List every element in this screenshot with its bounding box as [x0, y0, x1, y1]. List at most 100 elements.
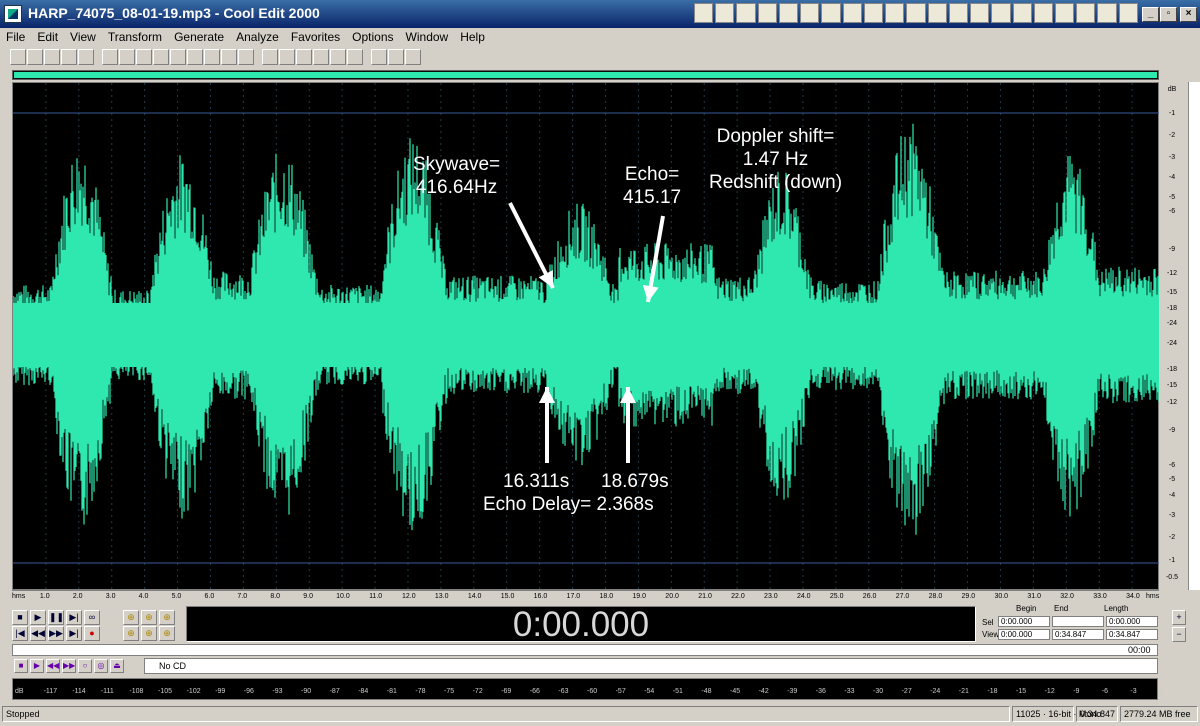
music-icon[interactable]: [1097, 3, 1117, 23]
cd-play-icon[interactable]: ▶: [30, 659, 44, 673]
help-icon[interactable]: [405, 49, 421, 65]
view-length-field[interactable]: 0:34.847: [1106, 629, 1158, 640]
phase-icon[interactable]: [296, 49, 312, 65]
fast-forward-icon[interactable]: ▶▶: [48, 626, 64, 641]
redo-icon[interactable]: [119, 49, 135, 65]
time-ruler[interactable]: hms 1.0 2.0 3.0 4.0 5.0 6.0 7.0 8.0 9.0 10.0 11.0 12…: [12, 590, 1159, 602]
restore-button[interactable]: ▫: [1160, 7, 1177, 22]
menu-transform[interactable]: Transform: [102, 28, 168, 46]
notes-icon[interactable]: [757, 3, 777, 23]
app-icon[interactable]: [4, 5, 22, 23]
rack-icon[interactable]: [948, 3, 969, 23]
paste-icon[interactable]: [170, 49, 186, 65]
pause-icon[interactable]: ❚❚: [48, 610, 64, 625]
disk-icon[interactable]: [1012, 3, 1032, 23]
new-icon[interactable]: [10, 49, 26, 65]
mail-icon[interactable]: [842, 3, 862, 23]
view-begin-field[interactable]: 0:00.000: [998, 629, 1050, 640]
loop-icon[interactable]: ∞: [84, 610, 100, 625]
globe-icon[interactable]: [821, 3, 841, 23]
menu-view[interactable]: View: [64, 28, 102, 46]
copy-icon[interactable]: [153, 49, 169, 65]
menu-generate[interactable]: Generate: [168, 28, 230, 46]
menu-options[interactable]: Options: [346, 28, 399, 46]
waveform-display[interactable]: Skywave= 416.64Hz Echo= 415.17 Doppler s…: [12, 82, 1160, 591]
record-icon[interactable]: ●: [84, 626, 100, 641]
calc-icon[interactable]: [906, 3, 926, 23]
db-label: -24: [1166, 340, 1178, 347]
menu-window[interactable]: Window: [400, 28, 455, 46]
level-label: -114: [72, 688, 86, 695]
title-bar[interactable]: HARP_74075_08-01-19.mp3 - Cool Edit 2000…: [0, 0, 1200, 28]
delete-icon[interactable]: [238, 49, 254, 65]
sel-end-field[interactable]: [1052, 616, 1104, 627]
zoom-in-right-icon[interactable]: ⊕: [141, 626, 157, 641]
zoom-out-h-icon[interactable]: ⊕: [141, 610, 157, 625]
cut-icon[interactable]: [136, 49, 152, 65]
close-button[interactable]: ×: [1180, 7, 1197, 22]
dot-icon[interactable]: [991, 3, 1011, 23]
cd-stop-icon[interactable]: ■: [14, 659, 28, 673]
minimize-button[interactable]: _: [1142, 7, 1159, 22]
paste-new-icon[interactable]: [187, 49, 203, 65]
zoom-out-vertical-icon[interactable]: −: [1172, 627, 1186, 642]
zoom-in-h-icon[interactable]: ⊕: [123, 610, 139, 625]
play-icon[interactable]: ▶: [30, 610, 46, 625]
cd-position-bar[interactable]: [12, 644, 1158, 656]
menu-help[interactable]: Help: [454, 28, 491, 46]
save-icon[interactable]: [44, 49, 60, 65]
sel-begin-field[interactable]: 0:00.000: [998, 616, 1050, 627]
cd-prev-icon[interactable]: ◀◀: [46, 659, 60, 673]
app-icon[interactable]: [1054, 3, 1075, 23]
menu-favorites[interactable]: Favorites: [285, 28, 346, 46]
go-to-end-icon[interactable]: ▶|: [66, 626, 82, 641]
zoom-in-vertical-icon[interactable]: +: [1172, 610, 1186, 625]
scrub-icon[interactable]: [313, 49, 329, 65]
zoom-in-v-icon[interactable]: ⊕: [159, 626, 175, 641]
cd-next-icon[interactable]: ▶▶: [62, 659, 76, 673]
sel-length-field[interactable]: 0:00.000: [1106, 616, 1158, 627]
undo-icon[interactable]: [102, 49, 118, 65]
overview-range[interactable]: [14, 72, 1157, 78]
mix-paste-icon[interactable]: [204, 49, 220, 65]
snap-icon[interactable]: [347, 49, 363, 65]
spectral-icon[interactable]: [262, 49, 278, 65]
square-icon[interactable]: [1033, 3, 1053, 23]
frequency-icon[interactable]: [279, 49, 295, 65]
view-end-field[interactable]: 0:34.847: [1052, 629, 1104, 640]
stop-icon[interactable]: ■: [12, 610, 28, 625]
menu-file[interactable]: File: [0, 28, 31, 46]
settings-icon[interactable]: [371, 49, 387, 65]
vc-icon[interactable]: [970, 3, 990, 23]
zoom-in-left-icon[interactable]: ⊕: [123, 626, 139, 641]
open-icon[interactable]: [27, 49, 43, 65]
print-icon[interactable]: [78, 49, 94, 65]
cd-pause-icon[interactable]: ○: [78, 659, 92, 673]
menu-analyze[interactable]: Analyze: [230, 28, 285, 46]
access-icon[interactable]: [736, 3, 756, 23]
word-icon[interactable]: [694, 3, 714, 23]
level-label: -69: [501, 688, 512, 695]
circle-icon[interactable]: [927, 3, 947, 23]
paint-icon[interactable]: [800, 3, 820, 23]
overview-bar[interactable]: [12, 70, 1159, 80]
go-to-start-icon[interactable]: |◀: [12, 626, 28, 641]
status-bar: Stopped 11025 · 16-bit · Mono 0:34.847 2…: [0, 704, 1200, 726]
play-to-end-icon[interactable]: ▶|: [66, 610, 82, 625]
trim-icon[interactable]: [221, 49, 237, 65]
level-label: -111: [100, 688, 114, 695]
cd-eject-icon[interactable]: ⏏: [110, 659, 124, 673]
excel-icon[interactable]: [715, 3, 735, 23]
outlook-icon[interactable]: [778, 3, 799, 23]
markers-icon[interactable]: [330, 49, 346, 65]
zoom-full-icon[interactable]: ⊕: [159, 610, 175, 625]
pen-icon[interactable]: [863, 3, 884, 23]
rewind-icon[interactable]: ◀◀: [30, 626, 46, 641]
menu-edit[interactable]: Edit: [31, 28, 64, 46]
tools-icon[interactable]: [885, 3, 905, 23]
save-as-icon[interactable]: [61, 49, 77, 65]
media-icon[interactable]: [1076, 3, 1096, 23]
wave-icon[interactable]: [1118, 3, 1138, 23]
loop-mode-icon[interactable]: [388, 49, 404, 65]
cd-repeat-icon[interactable]: ◎: [94, 659, 108, 673]
